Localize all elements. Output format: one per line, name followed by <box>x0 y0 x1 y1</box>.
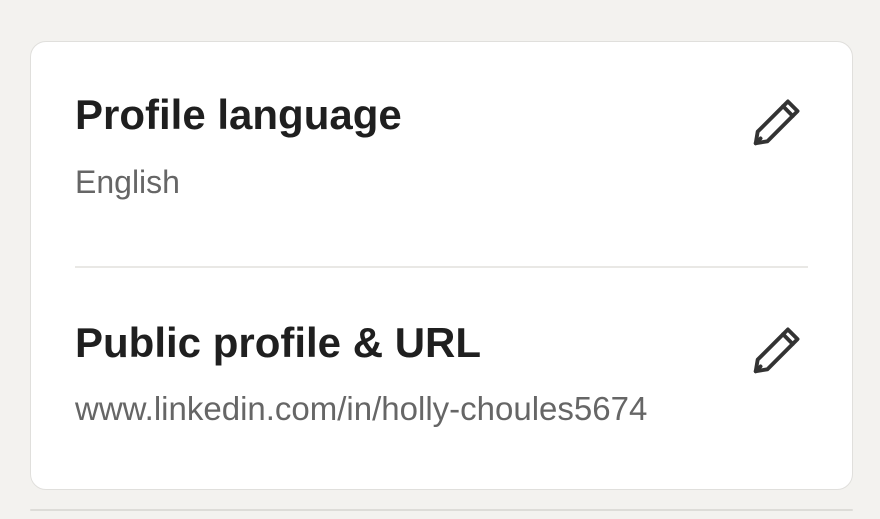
public-profile-url: www.linkedin.com/in/holly-choules5674 <box>75 390 648 427</box>
profile-settings-card: Profile language English Public profile … <box>30 41 853 490</box>
profile-language-section: Profile language English <box>75 94 808 198</box>
next-card-edge <box>30 509 853 511</box>
profile-language-value: English <box>75 164 180 200</box>
edit-public-profile-button[interactable] <box>746 320 808 382</box>
profile-language-title: Profile language <box>75 91 402 138</box>
public-profile-section: Public profile & URL www.linkedin.com/in… <box>75 322 808 425</box>
edit-profile-language-button[interactable] <box>746 92 808 154</box>
pencil-icon <box>748 321 806 382</box>
section-divider <box>75 266 808 268</box>
public-profile-title: Public profile & URL <box>75 319 482 366</box>
pencil-icon <box>748 93 806 154</box>
